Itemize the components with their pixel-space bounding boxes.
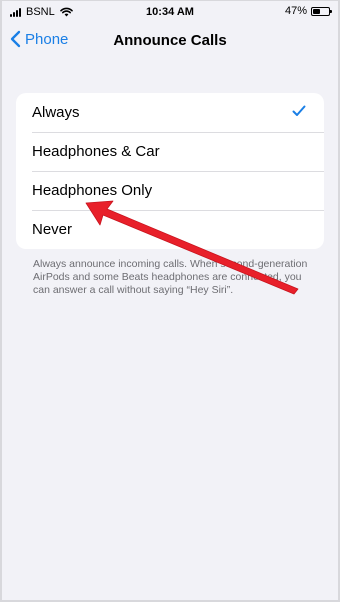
option-label: Never [32,221,73,238]
option-label: Headphones & Car [32,143,160,160]
battery-percent: 47% [284,5,307,17]
battery-icon [311,6,332,16]
red-arrow-icon [85,200,299,295]
status-bar: BSNL 10:34 AM 47% [2,1,338,23]
navigation-bar: Phone Announce Calls [2,25,338,57]
page-title: Announce Calls [113,32,227,49]
status-right: 47% [284,5,332,17]
option-headphones-and-car[interactable]: Headphones & Car [16,132,324,171]
announce-options-list: Always Headphones & Car Headphones Only … [16,93,324,249]
footer-description: Always announce incoming calls. When sec… [33,258,308,296]
option-never[interactable]: Never [16,210,324,249]
battery-cap [330,9,332,13]
checkmark-icon [292,105,306,117]
battery-fill [313,8,321,14]
option-headphones-only[interactable]: Headphones Only [16,171,324,210]
settings-screen: BSNL 10:34 AM 47% Phone Announce Calls A… [2,1,338,600]
option-label: Always [32,104,80,121]
option-label: Headphones Only [32,182,153,199]
option-always[interactable]: Always [16,93,324,132]
